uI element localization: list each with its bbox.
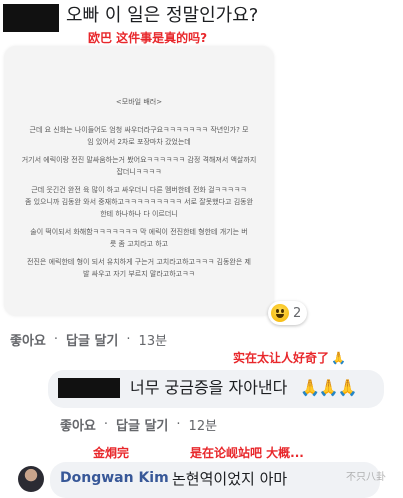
post-line: 발 싸우고 자기 부르지 말라고하고ㅋㅋ	[83, 270, 195, 278]
reply-button[interactable]: 답글 달기	[66, 330, 118, 349]
post-line: 잡더니ㅋㅋㅋㅋ	[116, 168, 162, 176]
reply-text: 너무 궁금증을 자아낸다	[130, 378, 288, 397]
timestamp[interactable]: 13분	[139, 330, 168, 349]
post-heading: <모바일 배러>	[115, 98, 163, 106]
comment-actions: 좋아요 · 답글 달기 · 13분	[10, 330, 167, 349]
post-line: 좀 있으니까 김동완 와서 중재하고ㅋㅋㅋㅋㅋㅋㅋㅋㅋ 서로 잘못했다고 김동완	[24, 198, 254, 206]
post-line: 전진은 에릭한테 형이 되서 유치하게 구는거 고치라고하고ㅋㅋㅋ 김동완은 제	[27, 258, 251, 266]
redacted-name	[3, 4, 59, 32]
post-line: 한테 하나하나 다 이르더니	[100, 210, 178, 218]
post-line: 거기서 에릭이랑 전진 말싸움하는거 봤어요ㅋㅋㅋㅋㅋㅋ 감정 격해져서 액살까…	[21, 156, 257, 164]
post-line: 근데 요 신화는 나이들어도 엄청 싸우더라구요ㅋㅋㅋㅋㅋㅋㅋ 작년인가? 모	[29, 126, 249, 134]
reply-text: 논현역이었지 아마	[172, 470, 288, 488]
pray-icon: 🙏	[300, 378, 320, 397]
redacted-name	[58, 378, 120, 398]
reply-annotation-text: 实在太让人好奇了	[233, 351, 330, 365]
watermark: 不只八卦	[346, 472, 386, 483]
name-annotation: 金烔完	[93, 446, 130, 460]
separator-dot: ·	[126, 332, 131, 347]
avatar[interactable]	[18, 466, 44, 492]
attached-post-image[interactable]: <모바일 배러> 근데 요 신화는 나이들어도 엄청 싸우더라구요ㅋㅋㅋㅋㅋㅋㅋ…	[4, 46, 274, 316]
reaction-count: 2	[293, 305, 302, 321]
author-name[interactable]: Dongwan Kim	[60, 470, 169, 486]
reply-bubble[interactable]: 너무 궁금증을 자아낸다 🙏🙏🙏	[48, 370, 384, 408]
reply-annotation: 实在太让人好奇了 🙏	[233, 349, 346, 366]
reply-actions: 좋아요 · 답글 달기 · 12분	[60, 415, 217, 434]
post-line: 임 있어서 2차로 포장마차 갔었는데	[87, 138, 191, 146]
reaction-summary[interactable]: 2	[268, 301, 308, 325]
timestamp[interactable]: 12분	[189, 415, 218, 434]
reply-annotation: 是在论岘站吧 大概...	[190, 446, 304, 460]
pray-icon: 🙏	[331, 350, 346, 365]
translation-annotation: 欧巴 这件事是真的吗?	[88, 31, 208, 45]
post-line: 술이 떡이되서 화해함ㅋㅋㅋㅋㅋㅋㅋ 막 에릭이 전진한테 형한테 개기는 버	[30, 228, 248, 236]
reply-bubble[interactable]: Dongwan Kim 논현역이었지 아마	[50, 462, 380, 498]
comment-text: 오빠 이 일은 정말인가요?	[66, 5, 259, 26]
like-button[interactable]: 좋아요	[10, 330, 46, 349]
separator-dot: ·	[176, 417, 181, 432]
post-line: 릇 좀 고치라고 하고	[109, 240, 169, 248]
separator-dot: ·	[103, 417, 109, 432]
post-body: 근데 요 신화는 나이들어도 엄청 싸우더라구요ㅋㅋㅋㅋㅋㅋㅋ 작년인가? 모 …	[10, 124, 268, 280]
pray-icon: 🙏	[318, 378, 339, 397]
pray-icon: 🙏	[337, 378, 358, 397]
reply-button[interactable]: 답글 달기	[116, 415, 168, 434]
haha-reaction-icon	[271, 304, 289, 322]
separator-dot: ·	[53, 332, 59, 347]
pray-icons: 🙏🙏🙏	[300, 378, 358, 397]
like-button[interactable]: 좋아요	[60, 415, 96, 434]
post-line: 근데 웃긴건 완전 육 많이 하고 싸우더니 다른 멤버한테 전화 걸ㅋㅋㅋㅋㅋ	[31, 186, 247, 194]
